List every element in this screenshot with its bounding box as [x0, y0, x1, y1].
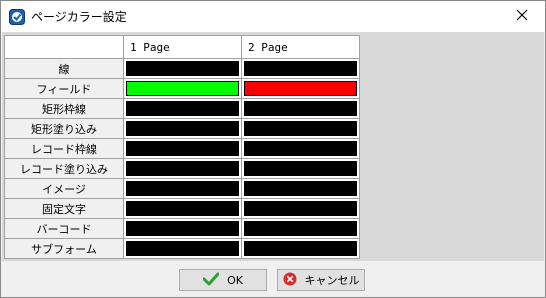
color-cell-page1[interactable]	[123, 218, 242, 239]
color-cell-page2[interactable]	[241, 138, 360, 159]
cancel-button[interactable]: キャンセル	[277, 269, 365, 291]
color-swatch	[126, 201, 239, 216]
color-swatch	[244, 161, 357, 176]
color-cell-page2[interactable]	[241, 178, 360, 199]
window-title: ページカラー設定	[31, 10, 127, 24]
color-swatch	[126, 241, 239, 256]
row-label: 線	[4, 58, 124, 79]
button-bar: OK キャンセル	[1, 263, 545, 297]
grid-row: 線	[4, 58, 360, 79]
color-swatch	[126, 101, 239, 116]
row-label: 矩形塗り込み	[4, 118, 124, 139]
color-table: 1 Page 2 Page 線フィールド 矩形枠線 矩形塗り込み レコード枠線 レコード…	[4, 35, 360, 259]
column-header-page1: 1 Page	[123, 35, 242, 59]
grid-row: 矩形枠線	[4, 98, 360, 119]
row-label: レコード塗り込み	[4, 158, 124, 179]
row-label: 固定文字	[4, 198, 124, 219]
color-cell-page2[interactable]	[241, 198, 360, 219]
header-row: 1 Page 2 Page	[4, 35, 360, 59]
page-color-settings-dialog: ページカラー設定 1 Page 2 Page 線フィールド 矩形枠線 矩形塗り込みレ…	[0, 0, 546, 298]
app-icon	[9, 9, 25, 25]
color-swatch	[126, 141, 239, 156]
color-cell-page1[interactable]	[123, 118, 242, 139]
color-swatch	[126, 221, 239, 236]
color-cell-page1[interactable]	[123, 98, 242, 119]
color-cell-page2[interactable]	[241, 58, 360, 79]
color-swatch	[244, 61, 357, 76]
color-grid-area: 1 Page 2 Page 線フィールド 矩形枠線 矩形塗り込み レコード枠線 レコード…	[2, 32, 544, 261]
color-swatch	[244, 221, 357, 236]
grid-row: 固定文字	[4, 198, 360, 219]
color-cell-page1[interactable]	[123, 198, 242, 219]
color-grid: 1 Page 2 Page 線フィールド 矩形枠線 矩形塗り込み レコード枠線 レコード…	[4, 35, 360, 259]
color-swatch	[244, 181, 357, 196]
row-label: サブフォーム	[4, 238, 124, 259]
color-cell-page1[interactable]	[123, 78, 242, 99]
color-swatch	[244, 141, 357, 156]
grid-row: フィールド	[4, 78, 360, 99]
color-cell-page2[interactable]	[241, 218, 360, 239]
row-label: フィールド	[4, 78, 124, 99]
color-cell-page2[interactable]	[241, 98, 360, 119]
color-swatch	[126, 61, 239, 76]
grid-row: レコード枠線	[4, 138, 360, 159]
color-swatch	[126, 121, 239, 136]
ok-button[interactable]: OK	[179, 269, 267, 291]
row-label: イメージ	[4, 178, 124, 199]
corner-cell	[4, 35, 124, 59]
color-cell-page2[interactable]	[241, 238, 360, 259]
color-swatch	[244, 101, 357, 116]
color-cell-page1[interactable]	[123, 138, 242, 159]
cancel-label: キャンセル	[304, 274, 360, 287]
grid-row: 矩形塗り込み	[4, 118, 360, 139]
row-label: レコード枠線	[4, 138, 124, 159]
column-header-page2: 2 Page	[241, 35, 360, 59]
color-swatch	[244, 121, 357, 136]
color-cell-page1[interactable]	[123, 58, 242, 79]
color-swatch	[126, 161, 239, 176]
grid-row: イメージ	[4, 178, 360, 199]
check-icon	[202, 272, 220, 289]
grid-row: サブフォーム	[4, 238, 360, 259]
close-button[interactable]	[499, 1, 545, 32]
color-swatch	[126, 181, 239, 196]
color-cell-page1[interactable]	[123, 238, 242, 259]
cancel-icon	[283, 272, 297, 289]
color-cell-page2[interactable]	[241, 118, 360, 139]
close-icon	[516, 9, 528, 24]
grid-row: レコード塗り込み	[4, 158, 360, 179]
color-swatch	[244, 81, 357, 96]
color-swatch	[126, 81, 239, 96]
ok-label: OK	[227, 273, 243, 287]
color-cell-page1[interactable]	[123, 178, 242, 199]
grid-row: バーコード	[4, 218, 360, 239]
color-swatch	[244, 201, 357, 216]
row-label: バーコード	[4, 218, 124, 239]
color-cell-page2[interactable]	[241, 158, 360, 179]
row-label: 矩形枠線	[4, 98, 124, 119]
color-cell-page1[interactable]	[123, 158, 242, 179]
color-swatch	[244, 241, 357, 256]
title-bar: ページカラー設定	[1, 1, 545, 32]
color-cell-page2[interactable]	[241, 78, 360, 99]
